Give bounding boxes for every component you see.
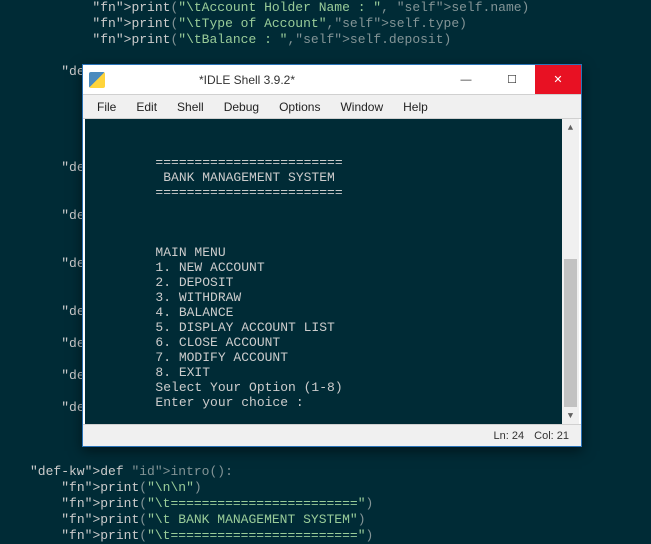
status-line: Ln: 24 bbox=[494, 430, 525, 442]
scrollbar[interactable]: ▲ ▼ bbox=[562, 119, 579, 424]
title-bar[interactable]: *IDLE Shell 3.9.2* — ☐ ✕ bbox=[83, 65, 581, 95]
menu-shell[interactable]: Shell bbox=[167, 98, 214, 116]
status-bar: Ln: 24 Col: 21 bbox=[83, 424, 581, 446]
scroll-down-icon[interactable]: ▼ bbox=[562, 407, 579, 424]
idle-shell-window: *IDLE Shell 3.9.2* — ☐ ✕ FileEditShellDe… bbox=[82, 64, 582, 447]
close-button[interactable]: ✕ bbox=[535, 65, 581, 94]
menu-options[interactable]: Options bbox=[269, 98, 330, 116]
menu-edit[interactable]: Edit bbox=[126, 98, 167, 116]
menu-debug[interactable]: Debug bbox=[214, 98, 269, 116]
menu-file[interactable]: File bbox=[87, 98, 126, 116]
menu-bar: FileEditShellDebugOptionsWindowHelp bbox=[83, 95, 581, 119]
window-buttons: — ☐ ✕ bbox=[443, 65, 581, 94]
scroll-thumb[interactable] bbox=[564, 259, 577, 407]
status-col: Col: 21 bbox=[534, 430, 569, 442]
shell-output[interactable]: ======================== BANK MANAGEMENT… bbox=[85, 119, 579, 424]
menu-window[interactable]: Window bbox=[330, 98, 393, 116]
menu-help[interactable]: Help bbox=[393, 98, 438, 116]
window-title: *IDLE Shell 3.9.2* bbox=[51, 73, 443, 87]
maximize-button[interactable]: ☐ bbox=[489, 65, 535, 94]
minimize-button[interactable]: — bbox=[443, 65, 489, 94]
scroll-up-icon[interactable]: ▲ bbox=[562, 119, 579, 136]
